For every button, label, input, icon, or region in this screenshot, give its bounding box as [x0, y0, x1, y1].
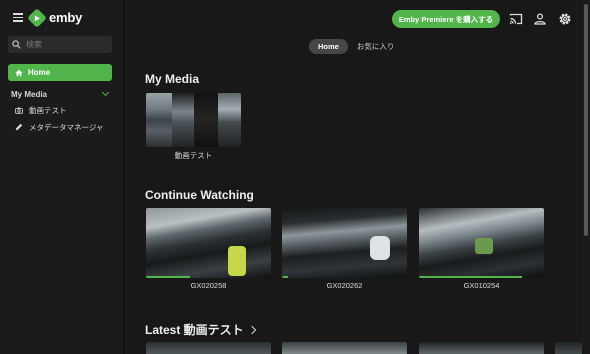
home-icon — [15, 69, 23, 76]
video-card[interactable] — [282, 208, 407, 278]
search-field[interactable] — [8, 36, 112, 53]
my-media-title: My Media — [145, 72, 200, 86]
pencil-icon — [15, 123, 23, 131]
scrollbar[interactable] — [582, 0, 590, 354]
section-label: My Media — [11, 89, 48, 99]
tab-home[interactable]: Home — [309, 39, 348, 54]
video-card[interactable] — [146, 208, 271, 278]
home-tabs: Home お気に入り — [309, 39, 394, 54]
video-card[interactable] — [419, 208, 544, 278]
my-media-section-toggle[interactable]: My Media — [11, 88, 111, 100]
sidebar-item-home[interactable]: Home — [8, 64, 112, 81]
library-card[interactable] — [146, 93, 241, 147]
continue-watching-title: Continue Watching — [145, 188, 254, 202]
sidebar-header: emby — [0, 7, 124, 28]
sidebar-item-label: Home — [28, 68, 51, 77]
thumbnail-detail — [228, 246, 246, 276]
watch-progress — [419, 276, 522, 278]
sidebar-item-metadata-manager[interactable]: メタデータマネージャ — [15, 121, 103, 133]
buy-premiere-button[interactable]: Emby Premiere を購入する — [392, 10, 500, 28]
scrollbar-thumb[interactable] — [584, 4, 588, 236]
settings-icon[interactable] — [558, 12, 572, 26]
library-title[interactable]: 動画テスト — [146, 150, 241, 161]
emby-logo-icon — [27, 7, 47, 28]
thumb-strip — [218, 93, 241, 147]
watch-progress — [282, 276, 289, 278]
thumb-strip — [146, 93, 172, 147]
video-title[interactable]: GX020258 — [146, 281, 271, 290]
thumbnail-detail — [475, 238, 493, 254]
latest-card[interactable] — [146, 342, 271, 354]
emby-logo[interactable]: emby — [27, 7, 83, 28]
cast-icon[interactable] — [509, 12, 523, 26]
menu-icon[interactable] — [13, 13, 23, 22]
logo-text: emby — [49, 10, 83, 25]
watch-progress — [146, 276, 190, 278]
search-icon — [12, 40, 21, 49]
video-title[interactable]: GX010254 — [419, 281, 544, 290]
latest-card[interactable] — [555, 342, 582, 354]
chevron-right-icon — [247, 325, 256, 334]
video-title[interactable]: GX020262 — [282, 281, 407, 290]
thumbnail-detail — [370, 236, 390, 260]
main-content: Emby Premiere を購入する Home お気に入り My Media … — [124, 0, 582, 354]
latest-card[interactable] — [282, 342, 407, 354]
latest-card[interactable] — [419, 342, 544, 354]
thumb-strip — [194, 93, 218, 147]
latest-title: Latest 動画テスト — [145, 323, 244, 337]
sidebar-item-video-test[interactable]: 動画テスト — [15, 104, 67, 116]
sidebar: emby Home My Media 動画テスト メタデータマネージャ — [0, 0, 124, 354]
continue-watching-heading: Continue Watching — [145, 188, 254, 202]
tab-favorites[interactable]: お気に入り — [357, 41, 395, 52]
thumb-strip — [172, 93, 194, 147]
user-icon[interactable] — [533, 12, 547, 26]
search-input[interactable] — [26, 40, 106, 49]
sidebar-item-label: メタデータマネージャ — [29, 122, 104, 132]
chevron-down-icon — [101, 88, 110, 97]
my-media-heading: My Media — [145, 72, 199, 86]
latest-heading[interactable]: Latest 動画テスト — [145, 321, 256, 338]
camera-icon — [15, 107, 23, 114]
sidebar-item-label: 動画テスト — [29, 105, 67, 115]
